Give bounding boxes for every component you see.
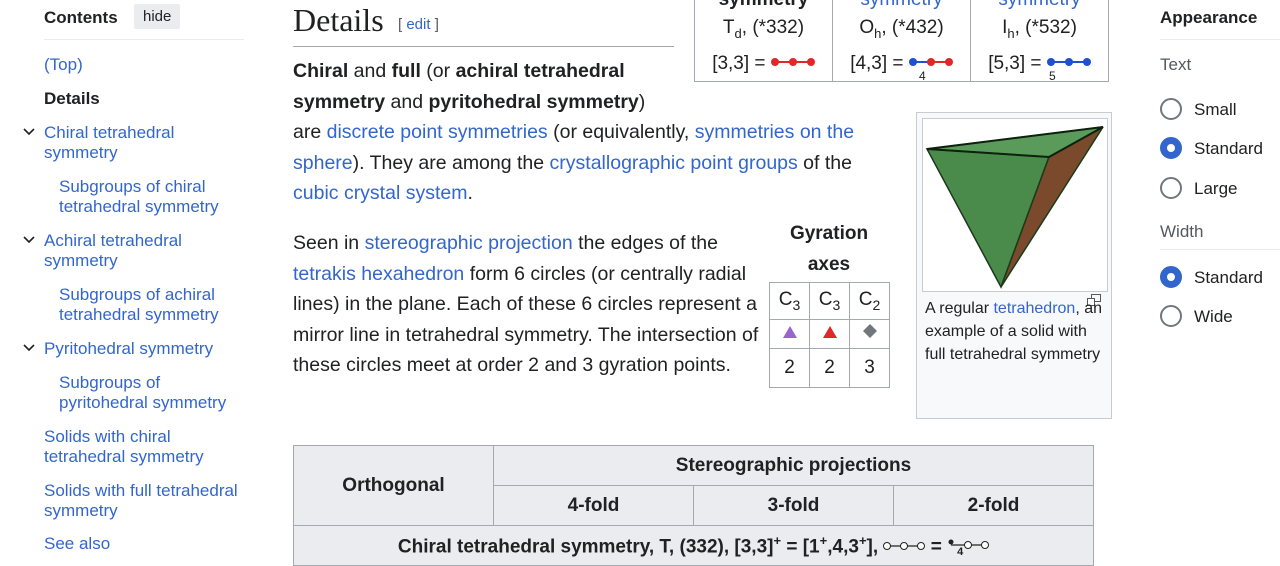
figure-caption: A regular tetrahedron, an example of a s… (925, 300, 1103, 363)
link-discrete-point-symmetries[interactable]: discrete point symmetries (327, 121, 548, 143)
width-label: Width (1160, 222, 1204, 241)
orthogonal-header: Orthogonal (293, 445, 494, 526)
text-large-label[interactable]: Large (1194, 179, 1237, 199)
width-standard-radio[interactable] (1160, 266, 1182, 288)
coxeter-diagram-icon (908, 57, 953, 66)
chevron-down-icon[interactable] (22, 125, 36, 139)
coxeter-diagram-icon (883, 542, 926, 551)
width-standard-label[interactable]: Standard (1194, 268, 1263, 288)
toc-item-achiral-tetrahedral[interactable]: Achiral tetrahedral symmetry (44, 231, 182, 271)
gyration-order: 2 (769, 348, 810, 388)
width-wide-radio[interactable] (1160, 305, 1182, 327)
paragraph-stereographic: Seen in stereographic projection the edg… (293, 232, 759, 376)
toc-title: Contents (44, 8, 118, 27)
red-triangle-icon (822, 326, 837, 338)
fold-header: 2-fold (893, 485, 1094, 526)
toc-item-top[interactable]: (Top) (44, 55, 83, 75)
chiral-row-header: Chiral tetrahedral symmetry, T, (332), [… (293, 525, 1094, 566)
gyration-order: 3 (849, 348, 890, 388)
toc-item-solids-chiral[interactable]: Solids with chiral tetrahedral symmetry (44, 427, 204, 467)
gyration-head: C2 (849, 282, 890, 320)
section-heading-details: Details (293, 2, 384, 38)
tetrahedron-image[interactable] (922, 118, 1108, 292)
toc-hide-button[interactable]: hide (134, 4, 181, 29)
projection-table: Orthogonal Stereographic projections 4-f… (293, 445, 1094, 566)
link-cubic-crystal-system[interactable]: cubic crystal system (293, 182, 467, 204)
toc-item-chiral-tetrahedral[interactable]: Chiral tetrahedral symmetry (44, 123, 174, 163)
tetrahedron-illustration (925, 126, 1104, 289)
toc-item-see-also[interactable]: See also (44, 534, 110, 554)
toc-item-solids-full[interactable]: Solids with full tetrahedral symmetry (44, 481, 238, 521)
appearance-divider (1160, 39, 1280, 40)
text-large-radio[interactable] (1160, 177, 1182, 199)
gyration-order: 2 (809, 348, 850, 388)
toc-divider (44, 39, 244, 40)
link-crystallographic-point-groups[interactable]: crystallographic point groups (550, 152, 798, 174)
gyration-axes-title: Gyration axes (789, 223, 869, 275)
tetrahedron-figure: A regular tetrahedron, an example of a s… (916, 112, 1112, 419)
text-standard-radio[interactable] (1160, 137, 1182, 159)
heading-underline (293, 46, 674, 47)
gyration-head: C3 (809, 282, 850, 320)
link-stereographic-projection[interactable]: stereographic projection (365, 232, 573, 254)
fold-header: 3-fold (693, 485, 894, 526)
toc-item-pyritohedral[interactable]: Pyritohedral symmetry (44, 339, 213, 359)
gyration-head: C3 (769, 282, 810, 320)
text-size-label: Text (1160, 55, 1192, 74)
text-standard-label[interactable]: Standard (1194, 139, 1263, 159)
stereographic-header: Stereographic projections (493, 445, 1094, 486)
fold-header: 4-fold (493, 485, 694, 526)
link-symmetries-on-sphere-cont[interactable]: sphere (293, 152, 353, 174)
toc-item-subgroups-achiral[interactable]: Subgroups of achiral tetrahedral symmetry (59, 285, 219, 325)
text-small-radio[interactable] (1160, 98, 1182, 120)
coxeter-diagram-icon (948, 539, 990, 550)
chevron-down-icon[interactable] (22, 341, 36, 355)
paragraph-intro: Chiral and full (or achiral tetrahedral … (293, 60, 855, 204)
gyration-marker-cell (809, 319, 850, 349)
width-wide-label[interactable]: Wide (1194, 307, 1233, 327)
gray-diamond-icon (862, 324, 877, 338)
edit-section: [ edit ] (398, 16, 439, 33)
toc-item-subgroups-pyritohedral[interactable]: Subgroups of pyritohedral symmetry (59, 373, 226, 413)
toc-item-subgroups-chiral[interactable]: Subgroups of chiral tetrahedral symmetry (59, 177, 219, 217)
gyration-axes-table: C3 C3 C2 2 2 3 (769, 282, 890, 388)
text-small-label[interactable]: Small (1194, 100, 1237, 120)
appearance-title: Appearance (1160, 8, 1258, 27)
link-tetrakis-hexahedron[interactable]: tetrakis hexahedron (293, 263, 464, 285)
toc-item-details[interactable]: Details (44, 89, 100, 109)
purple-triangle-icon (782, 326, 797, 338)
chevron-down-icon[interactable] (22, 233, 36, 247)
symmetry-cell: symmetry Ih, (*532) [5,3] = 5 (970, 0, 1109, 83)
gyration-marker-cell (769, 319, 810, 349)
link-tetrahedron[interactable]: tetrahedron (993, 300, 1075, 317)
table-of-contents: Contents hide (Top) Details Chiral tetra… (0, 0, 260, 566)
width-divider (1160, 249, 1280, 250)
edit-link[interactable]: edit (406, 16, 430, 33)
link-symmetries-on-sphere[interactable]: symmetries on the (695, 121, 854, 143)
gyration-marker-cell (849, 319, 890, 349)
